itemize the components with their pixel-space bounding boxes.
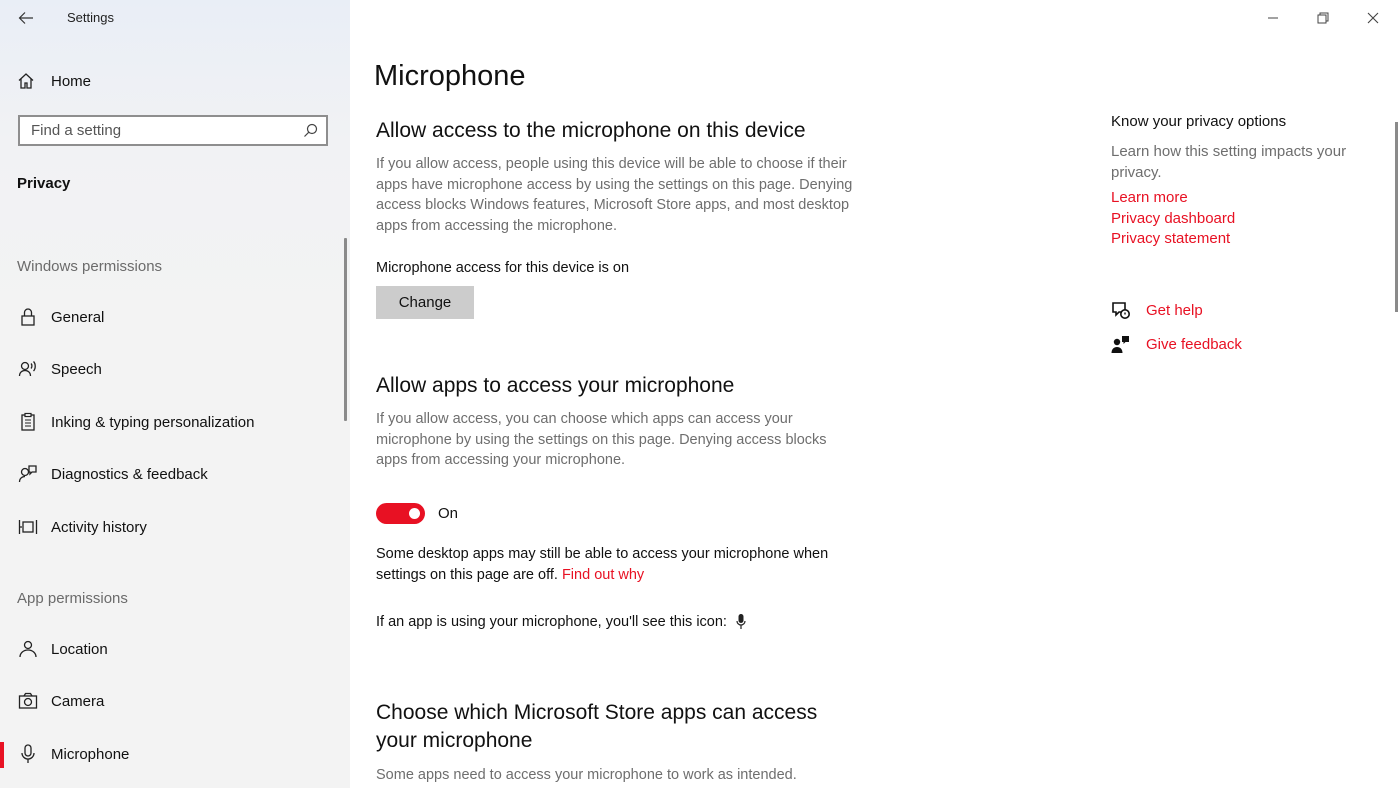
desktop-apps-note: Some desktop apps may still be able to a… [376,544,856,585]
change-button[interactable]: Change [376,286,474,319]
privacy-options-description: Learn how this setting impacts your priv… [1111,143,1347,181]
lock-icon [17,306,39,328]
sidebar-item-label: Diagnostics & feedback [51,465,208,483]
sidebar-item-speech[interactable]: Speech [0,349,340,389]
search-input[interactable] [20,117,301,144]
privacy-options-title: Know your privacy options [1111,113,1287,130]
sidebar-item-microphone[interactable]: Microphone [0,734,340,774]
diagnostics-icon [17,463,39,485]
sidebar-item-label: Activity history [51,518,147,536]
find-out-why-link[interactable]: Find out why [562,567,644,583]
sidebar-item-label: Microphone [51,745,130,763]
apps-section-heading: Allow apps to access your microphone [376,374,735,397]
search-box [18,115,328,146]
sidebar: Settings Home Privacy Windows permission… [0,0,350,788]
sidebar-item-label: General [51,308,105,326]
sidebar-item-label: Camera [51,692,105,710]
camera-icon [17,690,39,712]
timeline-icon [17,516,39,538]
apps-access-toggle[interactable] [376,503,425,524]
clipboard-icon [17,411,39,433]
get-help-row[interactable]: Get help [1111,301,1203,320]
learn-more-link[interactable]: Learn more [1111,189,1188,206]
sidebar-item-label: Location [51,640,108,658]
group-label-windows-permissions: Windows permissions [17,258,163,275]
privacy-statement-link[interactable]: Privacy statement [1111,230,1230,247]
sidebar-scrollbar[interactable] [344,238,347,421]
section-title: Privacy [17,175,71,192]
device-section-heading: Allow access to the microphone on this d… [376,119,806,142]
location-icon [17,638,39,660]
give-feedback-link[interactable]: Give feedback [1146,336,1242,353]
sidebar-item-inking-typing[interactable]: Inking & typing personalization [0,402,340,442]
toggle-knob [409,508,420,519]
store-section-heading: Choose which Microsoft Store apps can ac… [376,701,818,752]
icon-note-text: If an app is using your microphone, you'… [376,614,727,630]
main-content: Microphone Allow access to the microphon… [350,0,1400,788]
give-feedback-row[interactable]: Give feedback [1111,335,1242,354]
home-icon [18,73,34,89]
sidebar-item-label: Inking & typing personalization [51,413,255,431]
icon-note: If an app is using your microphone, you'… [376,612,746,633]
privacy-dashboard-link[interactable]: Privacy dashboard [1111,210,1235,227]
sidebar-item-activity-history[interactable]: Activity history [0,507,340,547]
nav-home-label: Home [51,72,92,90]
device-access-status: Microphone access for this device is on [376,260,630,276]
sidebar-item-camera[interactable]: Camera [0,681,340,721]
back-button[interactable] [12,6,40,30]
sidebar-item-general[interactable]: General [0,297,340,337]
sidebar-item-location[interactable]: Location [0,629,340,669]
page-title: Microphone [374,60,526,92]
get-help-icon [1112,302,1130,319]
app-title: Settings [67,10,114,25]
toggle-state-label: On [438,505,459,522]
device-section-description: If you allow access, people using this d… [376,156,853,234]
store-section-description: Some apps need to access your microphone… [376,767,797,783]
nav-home[interactable]: Home [17,68,91,94]
main-scrollbar[interactable] [1395,122,1398,312]
speech-icon [17,358,39,380]
search-icon[interactable] [303,123,318,138]
back-arrow-icon [18,12,33,24]
get-help-link[interactable]: Get help [1146,302,1203,319]
microphone-icon [17,743,39,765]
give-feedback-icon [1111,336,1129,353]
group-label-app-permissions: App permissions [17,590,128,607]
sidebar-item-label: Speech [51,360,102,378]
microphone-in-use-icon [736,614,746,630]
apps-section-description: If you allow access, you can choose whic… [376,411,827,469]
sidebar-item-diagnostics[interactable]: Diagnostics & feedback [0,454,340,494]
